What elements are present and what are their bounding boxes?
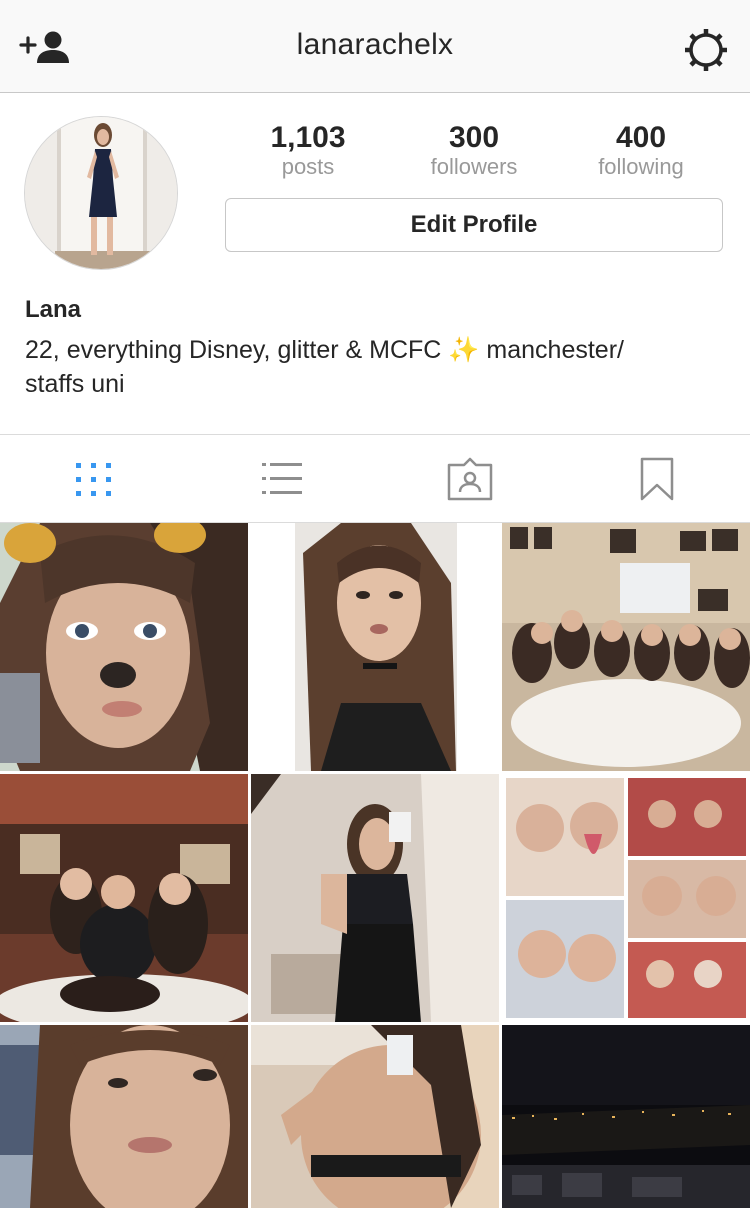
- photo-thumbnail[interactable]: [0, 523, 248, 771]
- following-count-label: following: [598, 154, 684, 179]
- saved-bookmark-icon[interactable]: [633, 457, 681, 503]
- photo-thumbnail[interactable]: [251, 1025, 499, 1208]
- top-nav-bar: lanarachelx: [0, 0, 750, 93]
- avatar-photo: [25, 117, 177, 269]
- stadium-selfie-photo: [0, 1025, 248, 1208]
- followers-count[interactable]: 300 followers: [404, 121, 544, 179]
- photo-thumbnail[interactable]: [0, 774, 248, 1022]
- selfie-photo-1: [0, 523, 248, 771]
- tagged-photos-icon[interactable]: [446, 457, 494, 503]
- following-count-value: 400: [615, 121, 667, 154]
- profile-view-tabs: [0, 434, 750, 523]
- profile-avatar[interactable]: [24, 116, 178, 270]
- mirror-selfie-photo: [251, 774, 499, 1022]
- profile-header: 1,103 posts 300 followers 400 following …: [0, 93, 750, 435]
- bio-text-part2: manchester/: [486, 336, 624, 364]
- sparkles-emoji: ✨: [448, 336, 480, 364]
- bio-text-line2: staffs uni: [25, 370, 125, 398]
- photo-thumbnail[interactable]: [251, 774, 499, 1022]
- followers-count-value: 300: [448, 121, 500, 154]
- photo-thumbnail[interactable]: [502, 1025, 750, 1208]
- collage-photo: [502, 774, 750, 1022]
- photo-thumbnail[interactable]: [0, 1025, 248, 1208]
- profile-display-name: Lana: [25, 296, 82, 323]
- following-count[interactable]: 400 following: [571, 121, 711, 179]
- photo-thumbnail[interactable]: [251, 523, 499, 771]
- followers-count-label: followers: [430, 154, 518, 179]
- profile-username-title: lanarachelx: [296, 28, 454, 61]
- bio-text-part1: 22, everything Disney, glitter & MCFC: [25, 336, 442, 364]
- bathroom-selfie-photo: [251, 1025, 499, 1208]
- photo-thumbnail[interactable]: [502, 774, 750, 1022]
- night-city-photo: [502, 1025, 750, 1208]
- posts-count-value: 1,103: [270, 121, 346, 154]
- edit-profile-button[interactable]: Edit Profile: [225, 198, 723, 252]
- posts-count: 1,103 posts: [238, 121, 378, 179]
- list-view-icon[interactable]: [259, 457, 307, 503]
- profile-bio: 22, everything Disney, glitter & MCFC ✨ …: [25, 333, 725, 401]
- restaurant-group-photo: [502, 523, 750, 771]
- photo-thumbnail[interactable]: [502, 523, 750, 771]
- birthday-dinner-photo: [0, 774, 248, 1022]
- posts-count-label: posts: [281, 154, 335, 179]
- grid-view-icon[interactable]: [70, 457, 118, 503]
- photo-grid: [0, 523, 750, 1208]
- selfie-photo-2: [251, 523, 499, 771]
- settings-gear-icon[interactable]: [682, 26, 730, 74]
